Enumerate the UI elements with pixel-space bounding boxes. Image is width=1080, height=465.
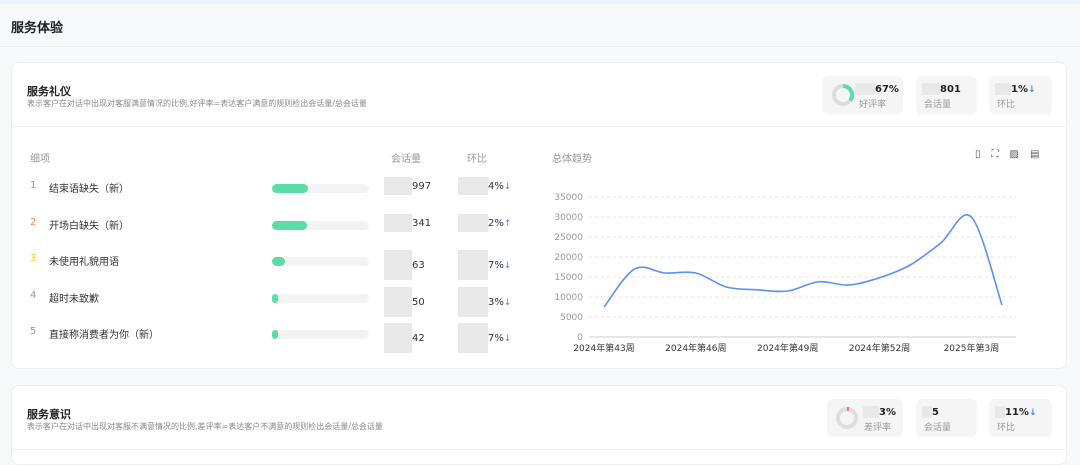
y-tick-label: 30000 [554, 213, 583, 223]
card-title: 服务意识 [27, 406, 71, 422]
x-tick-label: 2024年第46周 [665, 342, 726, 354]
kpi-bad-rate: 3% 差评率 [827, 399, 903, 437]
rank-number: 5 [30, 326, 36, 337]
y-tick-label: 20000 [554, 253, 583, 263]
y-tick-label: 25000 [554, 233, 583, 243]
y-tick-label: 0 [577, 333, 583, 343]
series-line [604, 215, 1002, 307]
kpi-value: 3% [879, 407, 896, 418]
progress-bar [272, 330, 369, 339]
y-tick-label: 5000 [560, 313, 583, 323]
x-tick-label: 2024年第52周 [849, 342, 910, 354]
kpi-ratio: 11%↓ 环比 [989, 399, 1052, 437]
table-row[interactable]: 5 直接称消费者为你（新） 42 7%↓ [12, 323, 532, 343]
trend-chart: 050001000015000200002500030000350002024年… [1, 1, 1057, 308]
y-tick-label: 15000 [554, 273, 583, 283]
kpi-label: 差评率 [864, 420, 891, 433]
arrow-down-icon: ↓ [504, 334, 512, 344]
row-label: 直接称消费者为你（新） [49, 326, 159, 341]
x-tick-label: 2025年第3周 [944, 342, 1000, 354]
row-ratio: 7% [488, 333, 504, 344]
kpi-count: 5 会话量 [916, 399, 977, 437]
divider [12, 449, 1066, 450]
card-description: 表示客户在对话中出现对客服不满意情况的比例,差评率=表达客户不满意的规则检出会话… [27, 421, 383, 432]
service-awareness-card: 服务意识 表示客户在对话中出现对客服不满意情况的比例,差评率=表达客户不满意的规… [11, 385, 1067, 465]
y-tick-label: 35000 [554, 193, 583, 203]
row-count: 42 [412, 333, 425, 344]
arrow-down-icon: ↓ [1029, 408, 1037, 418]
x-tick-label: 2024年第49周 [757, 342, 818, 354]
service-etiquette-card: 服务礼仪 表示客户在对话中出现对客服满意情况的比例,好评率=表达客户满意的规则检… [11, 62, 1067, 369]
donut-icon [832, 403, 862, 433]
x-tick-label: 2024年第43周 [573, 342, 634, 354]
kpi-label: 会话量 [924, 420, 951, 433]
kpi-value: 11% [1005, 407, 1029, 418]
y-tick-label: 10000 [554, 293, 583, 303]
kpi-value: 5 [932, 407, 939, 418]
kpi-label: 环比 [997, 420, 1015, 433]
